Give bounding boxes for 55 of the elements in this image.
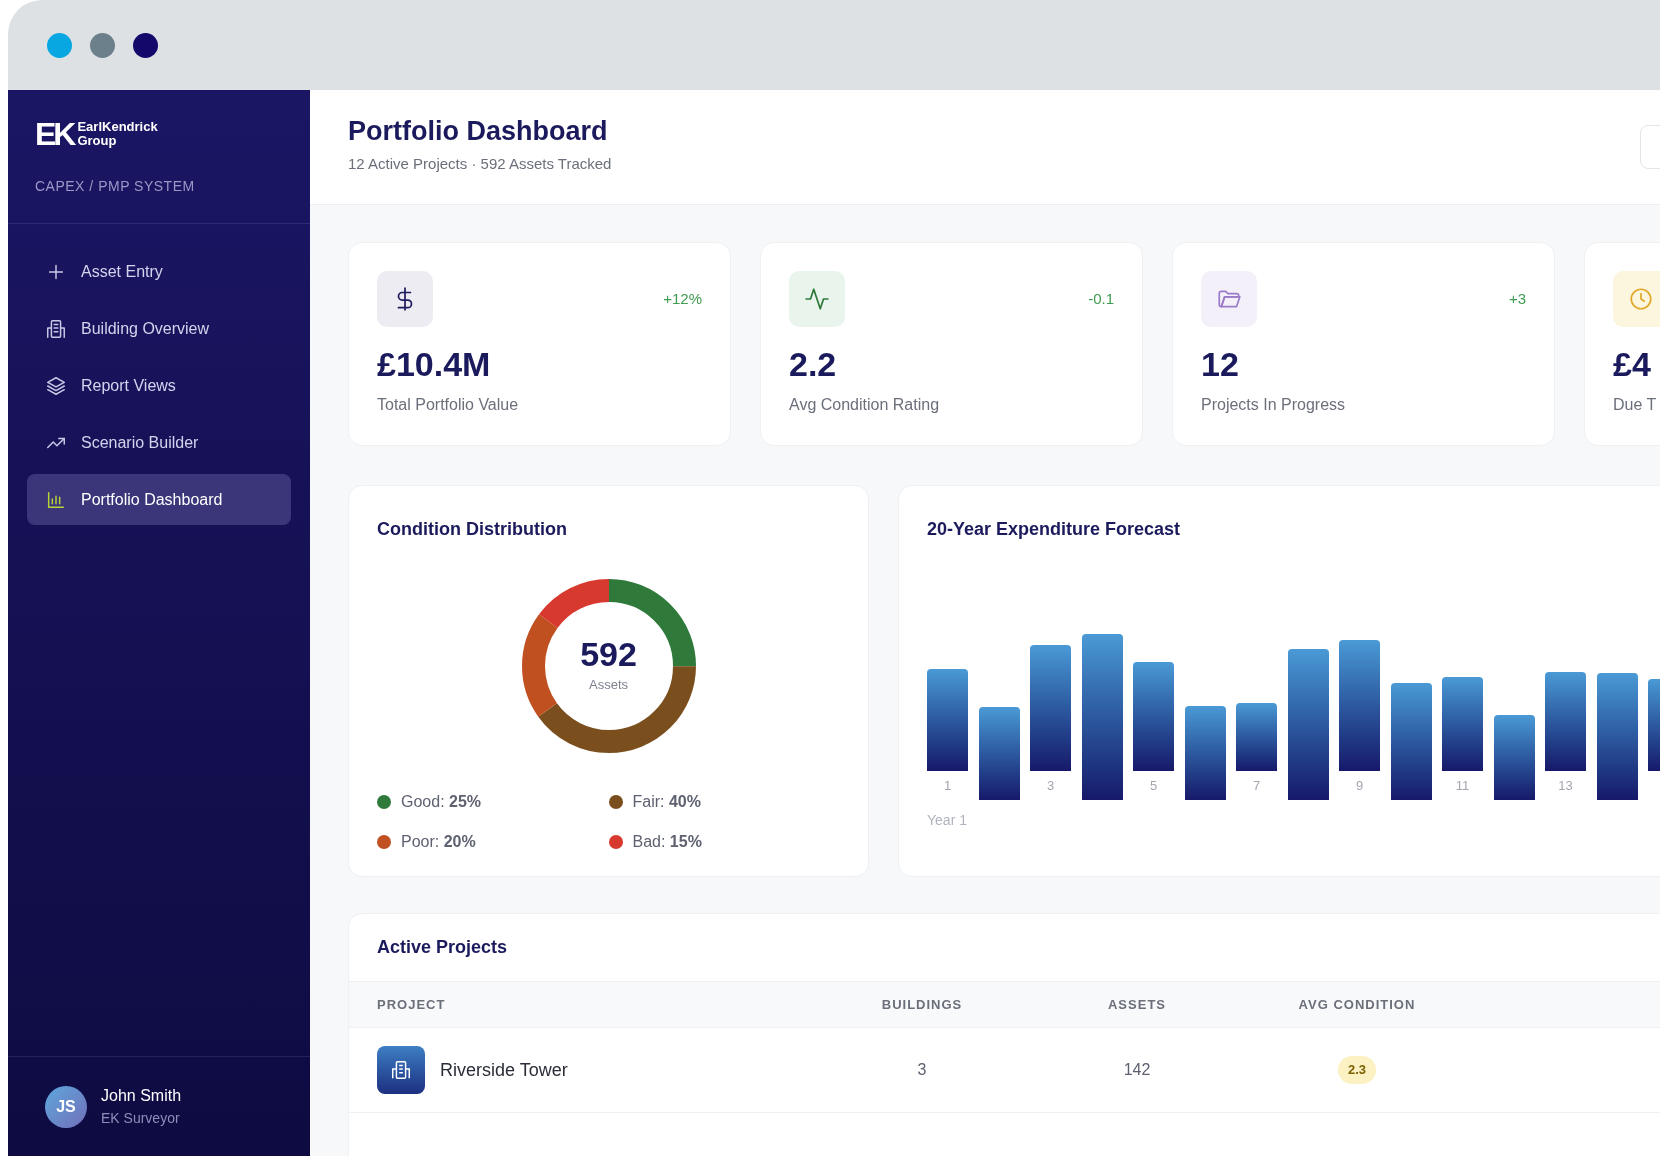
axis-label: 13	[1558, 777, 1573, 795]
system-label: CAPEX / PMP SYSTEM	[35, 177, 196, 196]
stat-delta: -0.1	[1088, 288, 1114, 309]
condition-badge: 2.3	[1337, 1056, 1377, 1084]
stat-delta: +12%	[663, 288, 702, 309]
legend-label: Good: 25%	[401, 792, 482, 812]
stat-label: Total Portfolio Value	[377, 395, 520, 415]
column-header: AVG CONDITION	[1298, 995, 1416, 1014]
logo-name: EarlKendrick	[77, 120, 158, 134]
project-name: Riverside Tower	[440, 1058, 568, 1082]
logo-mark: EK	[35, 118, 74, 150]
stat-value: £4	[1613, 347, 1652, 381]
user-role: EK Surveyor	[101, 1109, 181, 1128]
axis-caption: Year 1	[927, 811, 968, 830]
stat-value: 2.2	[789, 347, 838, 381]
card-title: Condition Distribution	[377, 518, 568, 541]
axis-label: 5	[1149, 777, 1158, 795]
stat-label: Avg Condition Rating	[789, 395, 941, 415]
donut-caption: Assets	[589, 676, 628, 695]
axis-label: 9	[1355, 777, 1364, 795]
stat-label: Due T	[1613, 395, 1658, 415]
legend-label: Fair: 40%	[632, 792, 701, 812]
stat-value: 12	[1201, 347, 1240, 381]
axis-label: 11	[1455, 777, 1470, 795]
table-cell-text: 142	[1123, 1060, 1151, 1080]
table-cell-text: 3	[917, 1060, 927, 1080]
page-subtitle: 12 Active Projects · 592 Assets Tracked	[348, 154, 612, 175]
stat-value: £10.4M	[377, 347, 492, 381]
layers-icon	[45, 374, 67, 397]
logo-name: Group	[77, 134, 118, 148]
stat-label: Projects In Progress	[1201, 395, 1347, 415]
stat-delta: +3	[1508, 288, 1526, 309]
axis-label: 7	[1252, 777, 1261, 795]
donut-total: 592	[580, 637, 637, 672]
legend-label: Bad: 15%	[632, 832, 702, 852]
column-header: ASSETS	[1108, 995, 1166, 1014]
forecast-bar	[1236, 703, 1277, 771]
column-header: BUILDINGS	[881, 995, 963, 1014]
axis-label: 3	[1046, 777, 1055, 795]
column-header: PROJECT	[377, 995, 447, 1014]
nav-item[interactable]: Asset Entry	[27, 246, 291, 297]
user-name: John Smith	[101, 1086, 182, 1106]
card-title: Active Projects	[376, 936, 509, 959]
legend-label: Poor: 20%	[401, 832, 476, 852]
nav-item[interactable]: Report Views	[27, 360, 291, 411]
card-title: 20-Year Expenditure Forecast	[927, 518, 1182, 541]
axis-label: 1	[943, 777, 952, 795]
activity-icon	[804, 286, 830, 312]
clock-icon	[1628, 286, 1654, 312]
nav-item[interactable]: Scenario Builder	[27, 417, 291, 468]
page-title: Portfolio Dashboard	[348, 118, 609, 146]
nav-item[interactable]: Portfolio Dashboard	[27, 474, 291, 525]
building-icon	[45, 317, 67, 340]
nav-item[interactable]: Building Overview	[27, 303, 291, 354]
project-building-icon	[377, 1046, 425, 1094]
